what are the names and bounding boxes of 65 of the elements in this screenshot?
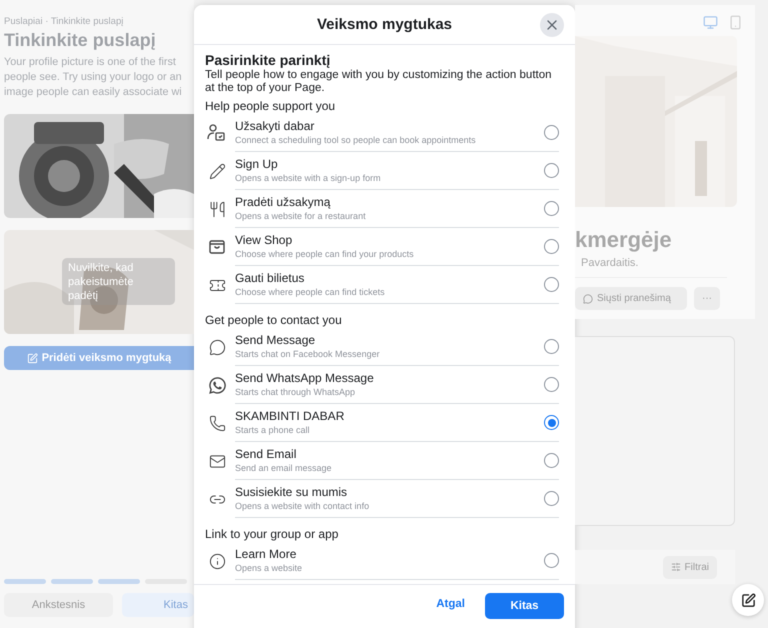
radio-button[interactable] (544, 553, 559, 568)
dialog-description: Tell people how to engage with you by customizing the action button at the top of your Page. (205, 69, 552, 95)
option-label[interactable]: View Shop (235, 233, 544, 248)
dialog-title: Veiksmo mygtukas (316, 16, 452, 33)
radio-button[interactable] (544, 453, 559, 468)
desktop-icon[interactable] (703, 15, 718, 30)
radio-button[interactable] (544, 125, 559, 140)
option-hint: Opens a website (235, 562, 304, 574)
page-subtitle: Pavardaitis. (580, 257, 640, 269)
option-hint: Send an email message (235, 462, 333, 474)
radio-button[interactable] (544, 415, 559, 430)
edit-icon (26, 352, 38, 364)
radio-button[interactable] (544, 491, 559, 506)
description-line: Your profile picture is one of the first (4, 55, 177, 70)
radio-button[interactable] (544, 277, 559, 292)
option-hint: Opens a website with a sign-up form (235, 172, 382, 184)
option-label[interactable]: Užsakyti dabar (235, 119, 544, 134)
option-label[interactable]: Susisiekite su mumis (235, 485, 544, 500)
option-label[interactable]: SKAMBINTI DABAR (235, 409, 544, 424)
drag-hint: Nuvilkite, kad pakeistumėte padėtį (62, 258, 175, 305)
person-calendar-icon (207, 124, 227, 142)
option-hint: Choose where people can find your products (235, 248, 415, 260)
option-hint: Connect a scheduling tool so people can book appointments (235, 134, 477, 146)
radio-button[interactable] (544, 163, 559, 178)
description-line: image people can easily associate wi (4, 85, 183, 100)
radio-button[interactable] (544, 239, 559, 254)
option-hint: Starts a phone call (235, 424, 311, 436)
section-title: Link to your group or app (205, 527, 340, 542)
option-hint: Starts chat through WhatsApp (235, 386, 356, 398)
option-hint: Opens a website for a restaurant (235, 210, 367, 222)
chat-bubble-icon (208, 338, 226, 356)
radio-button[interactable] (544, 339, 559, 354)
phone-icon (208, 414, 226, 432)
option-hint: Starts chat on Facebook Messenger (235, 348, 381, 360)
option-label[interactable]: Learn More (235, 547, 544, 562)
section-title: Help people support you (205, 99, 336, 114)
edit-icon (740, 592, 756, 608)
breadcrumb: Puslapiai · Tinkinkite puslapį (4, 16, 124, 27)
page-title: Tinkinkite puslapį (4, 30, 157, 51)
sliders-icon (670, 562, 681, 572)
option-label[interactable]: Gauti bilietus (235, 271, 544, 286)
close-button[interactable] (540, 13, 564, 37)
envelope-icon (208, 452, 226, 470)
back-link[interactable]: Atgal (436, 593, 465, 615)
option-label[interactable]: Send Message (235, 333, 544, 348)
radio-button[interactable] (544, 377, 559, 392)
radio-button[interactable] (544, 201, 559, 216)
option-hint: Choose where people can find tickets (235, 286, 386, 298)
pencil-icon (208, 162, 226, 180)
page-name: kmergėje (575, 227, 673, 253)
utensils-icon (208, 200, 226, 218)
shop-icon (208, 238, 226, 256)
chat-bubble-icon (583, 294, 593, 304)
option-label[interactable]: Send Email (235, 447, 544, 462)
option-label[interactable]: Pradėti užsakymą (235, 195, 544, 210)
option-hint: Opens a website with contact info (235, 500, 370, 512)
section-title: Get people to contact you (205, 313, 343, 328)
info-icon (208, 552, 226, 570)
option-label[interactable]: Send WhatsApp Message (235, 371, 544, 386)
description-line: people see. Try using your logo or an (4, 70, 183, 85)
dialog-heading: Pasirinkite parinktį (205, 52, 332, 68)
next-button[interactable]: Kitas (485, 593, 564, 619)
whatsapp-icon (208, 376, 226, 394)
option-label[interactable]: Sign Up (235, 157, 544, 172)
compose-button[interactable] (732, 584, 764, 616)
